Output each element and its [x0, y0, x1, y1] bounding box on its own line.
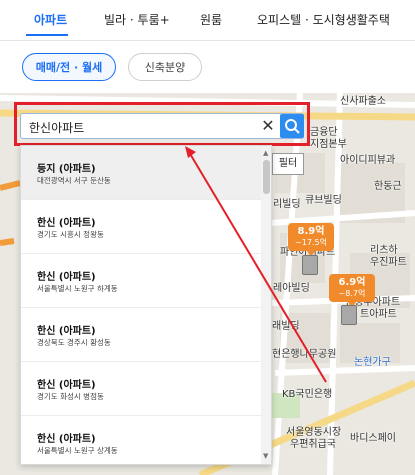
building-icon	[341, 305, 357, 325]
result-name: 한신 (아파트)	[37, 434, 96, 445]
tab-oneroom[interactable]: 원룸	[200, 11, 222, 28]
map-label: 트아파트	[360, 309, 397, 320]
map-label: 우진파트	[370, 257, 407, 268]
map-label: 바디스페이	[350, 433, 396, 444]
map-label: 레아빌딩	[273, 283, 310, 294]
result-name: 한신 (아파트)	[37, 326, 96, 337]
scroll-thumb[interactable]	[263, 160, 270, 194]
pin-price: 8.9억	[297, 226, 325, 237]
map-label: 큐브빌딩	[305, 195, 342, 206]
pin-range: ~8.7억	[338, 289, 366, 298]
map-label: 리빌딩	[273, 199, 301, 210]
map-label: 한동근	[374, 181, 402, 192]
map-filter-button[interactable]: 필터	[272, 153, 304, 175]
result-item[interactable]: 등지 (아파트) 대전광역시 서구 둔산동	[21, 146, 261, 200]
result-address: 경기도 시흥시 정왕동	[37, 230, 104, 239]
result-address: 서울특별시 노원구 하계동	[37, 284, 118, 293]
result-item[interactable]: 한신 (아파트) 경상북도 경주시 황성동	[21, 308, 261, 362]
property-type-tabs: 아파트 빌라 · 투룸+ 원룸 오피스텔 · 도시형생활주택	[0, 0, 415, 40]
result-address: 경상북도 경주시 황성동	[37, 338, 111, 347]
map-label: 아이디피뷰과	[340, 155, 396, 166]
scroll-down-icon[interactable]: ▼	[263, 452, 268, 460]
chip-trade-type[interactable]: 매매/전 · 월세	[22, 53, 116, 81]
tab-officetel[interactable]: 오피스텔 · 도시형생활주택	[257, 11, 390, 28]
result-item[interactable]: 한신 (아파트) 경기도 화성시 병점동	[21, 362, 261, 416]
active-tab-indicator	[26, 34, 68, 36]
scroll-up-icon[interactable]: ▲	[263, 149, 268, 157]
results-scrollbar[interactable]: ▲ ▼	[261, 146, 271, 464]
tab-villa[interactable]: 빌라 · 투룸+	[104, 11, 170, 28]
map-label: KB국민은행	[282, 389, 333, 400]
search-highlight-box	[14, 102, 310, 146]
result-item[interactable]: 한신 (아파트) 경기도 시흥시 정왕동	[21, 200, 261, 254]
price-pin[interactable]: 8.9억 ~17.5억	[288, 223, 334, 257]
chip-new-sale[interactable]: 신축분양	[128, 53, 202, 81]
result-name: 한신 (아파트)	[37, 218, 96, 229]
map-label: 논현가구	[354, 357, 391, 368]
result-address: 경기도 화성시 병점동	[37, 392, 104, 401]
map-label: 지점본부	[310, 139, 347, 150]
result-address: 대전광역시 서구 둔산동	[37, 176, 111, 185]
map-label: 우편취급국	[290, 439, 336, 450]
map-label: 래빌딩	[272, 321, 300, 332]
result-name: 등지 (아파트)	[37, 164, 96, 175]
pin-range: ~17.5억	[295, 238, 327, 247]
result-name: 한신 (아파트)	[37, 272, 96, 283]
result-address: 서울특별시 노원구 상계동	[37, 446, 118, 455]
map-label: 신사파출소	[340, 96, 386, 107]
result-item[interactable]: 한신 (아파트) 서울특별시 노원구 하계동	[21, 254, 261, 308]
pin-price: 6.9억	[338, 277, 366, 288]
search-results-dropdown: 등지 (아파트) 대전광역시 서구 둔산동 한신 (아파트) 경기도 시흥시 정…	[20, 145, 272, 465]
price-pin[interactable]: 6.9억 ~8.7억	[329, 274, 375, 308]
map-label: 현은행나무공원	[272, 349, 337, 360]
building-icon	[302, 255, 318, 275]
result-name: 한신 (아파트)	[37, 380, 96, 391]
filter-bar: 매매/전 · 월세 신축분양	[0, 41, 415, 93]
result-item[interactable]: 한신 (아파트) 서울특별시 노원구 상계동	[21, 416, 261, 464]
tab-apartment[interactable]: 아파트	[34, 11, 67, 28]
